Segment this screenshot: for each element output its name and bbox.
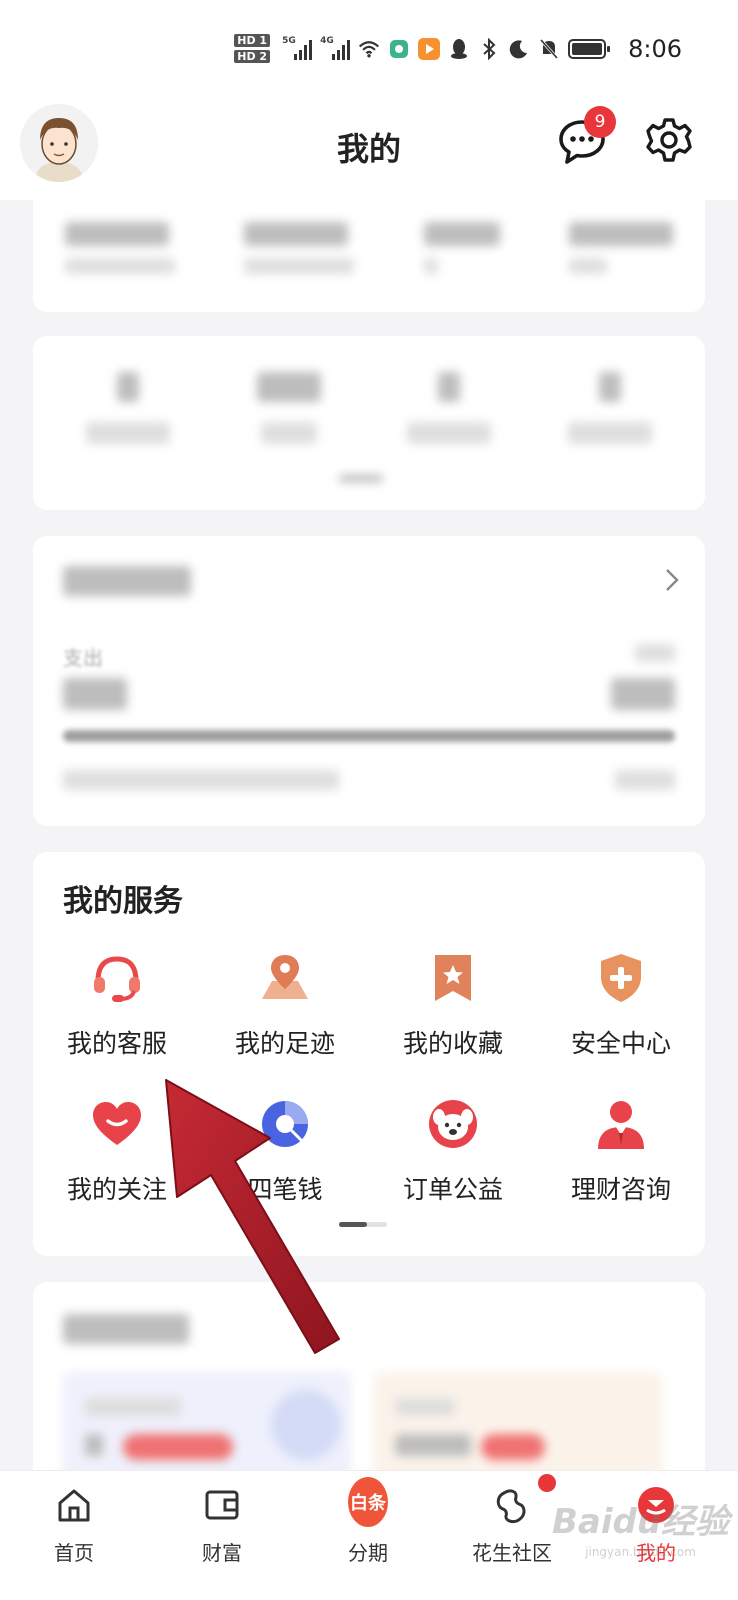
service-label: 四笔钱 [247, 1175, 323, 1204]
service-customer-service[interactable]: 我的客服 [33, 950, 201, 1060]
watermark-url: jingyan.baidu.com [585, 1545, 696, 1559]
service-label: 我的足迹 [234, 1029, 335, 1058]
baidu-watermark: Baidu经验 jingyan.baidu.com [552, 1494, 729, 1559]
network2-label: 4G [320, 35, 334, 46]
services-page-indicator [339, 1222, 387, 1227]
card5-tile-right [373, 1372, 663, 1482]
my-insurance-card[interactable] [33, 1282, 705, 1482]
tab-label: 花生社区 [472, 1541, 552, 1565]
dog-face-icon [425, 1096, 481, 1152]
income-label-obscured [635, 644, 675, 662]
income-value-obscured [611, 678, 675, 710]
expense-label: 支出 [63, 646, 103, 670]
bill-amount-obscured [615, 770, 675, 790]
signal-4g-icon: 4G [320, 35, 351, 60]
assets-card[interactable] [33, 336, 705, 510]
service-label: 理财咨询 [570, 1175, 671, 1204]
my-services-card: 我的服务 我的客服 我的足迹 我的收藏 安全中心 我的关注 四笔钱 订单公益 理… [33, 852, 705, 1256]
map-pin-icon [257, 950, 313, 1006]
tab-peanut-community[interactable]: 花生社区 [462, 1485, 562, 1566]
tab-home[interactable]: 首页 [24, 1485, 124, 1566]
shield-plus-icon [593, 950, 649, 1006]
service-order-charity[interactable]: 订单公益 [369, 1096, 537, 1206]
settings-button[interactable] [644, 116, 694, 166]
assets-obscured [73, 372, 665, 444]
service-label: 我的收藏 [402, 1029, 503, 1058]
watermark-text: Baidu经验 [552, 1502, 730, 1542]
assets-page-indicator [339, 476, 383, 481]
tab-label: 财富 [202, 1541, 242, 1565]
bill-detail-obscured [63, 770, 339, 790]
wallet-icon [202, 1485, 242, 1525]
tab-label: 首页 [54, 1541, 94, 1565]
tab-installment[interactable]: 白条 分期 [318, 1477, 418, 1566]
status-icons: HD 1 HD 2 5G 4G 8:06 [234, 34, 682, 63]
mute-bell-icon [538, 38, 560, 60]
header: 我的 9 [0, 96, 738, 200]
qq-icon [448, 38, 470, 60]
baitiao-text: 白条 [348, 1477, 388, 1527]
service-security-center[interactable]: 安全中心 [537, 950, 705, 1060]
app-notification-icon [388, 38, 410, 60]
wallet-summary-obscured [65, 222, 673, 274]
wifi-icon [358, 38, 380, 60]
service-four-money[interactable]: 四笔钱 [201, 1096, 369, 1206]
baitiao-icon: 白条 [348, 1477, 388, 1527]
bluetooth-icon [478, 37, 500, 60]
battery-icon [568, 38, 612, 60]
peanut-icon [492, 1485, 532, 1525]
advisor-icon [593, 1096, 649, 1152]
page-title: 我的 [336, 130, 401, 168]
hd2-label: HD 2 [234, 50, 271, 63]
hd1-label: HD 1 [234, 34, 271, 47]
bill-progress-bar [63, 730, 675, 742]
card5-tile-left [63, 1372, 351, 1482]
moon-icon [508, 38, 530, 60]
my-bill-card[interactable]: 支出 [33, 536, 705, 826]
gear-icon [646, 118, 692, 162]
service-label: 订单公益 [402, 1175, 503, 1204]
video-app-icon [418, 37, 441, 60]
service-label: 我的关注 [66, 1175, 167, 1204]
chevron-right-icon [666, 569, 679, 591]
service-following[interactable]: 我的关注 [33, 1096, 201, 1206]
service-label: 我的客服 [66, 1029, 167, 1058]
pie-chart-icon [257, 1096, 313, 1152]
card5-title-obscured [63, 1314, 189, 1344]
expense-value-obscured [63, 678, 127, 710]
tab-label: 分期 [348, 1541, 388, 1565]
community-notification-dot [538, 1474, 556, 1492]
wallet-summary-card[interactable] [33, 200, 705, 312]
network1-label: 5G [282, 35, 296, 46]
tab-wealth[interactable]: 财富 [172, 1485, 272, 1566]
services-title: 我的服务 [63, 884, 183, 919]
services-grid: 我的客服 我的足迹 我的收藏 安全中心 我的关注 四笔钱 订单公益 理财咨询 [33, 950, 705, 1206]
heart-icon [89, 1096, 145, 1152]
service-wealth-advisory[interactable]: 理财咨询 [537, 1096, 705, 1206]
home-icon [54, 1485, 94, 1525]
service-label: 安全中心 [570, 1029, 671, 1058]
signal-5g-icon: 5G [282, 35, 313, 60]
hd-indicators: HD 1 HD 2 [234, 34, 271, 63]
status-bar: HD 1 HD 2 5G 4G 8:06 [0, 0, 738, 96]
service-footprint[interactable]: 我的足迹 [201, 950, 369, 1060]
clock: 8:06 [628, 34, 682, 63]
bookmark-star-icon [425, 950, 481, 1006]
service-favorites[interactable]: 我的收藏 [369, 950, 537, 1060]
headset-icon [89, 950, 145, 1006]
message-badge: 9 [584, 106, 616, 138]
bill-title-obscured [63, 566, 191, 596]
